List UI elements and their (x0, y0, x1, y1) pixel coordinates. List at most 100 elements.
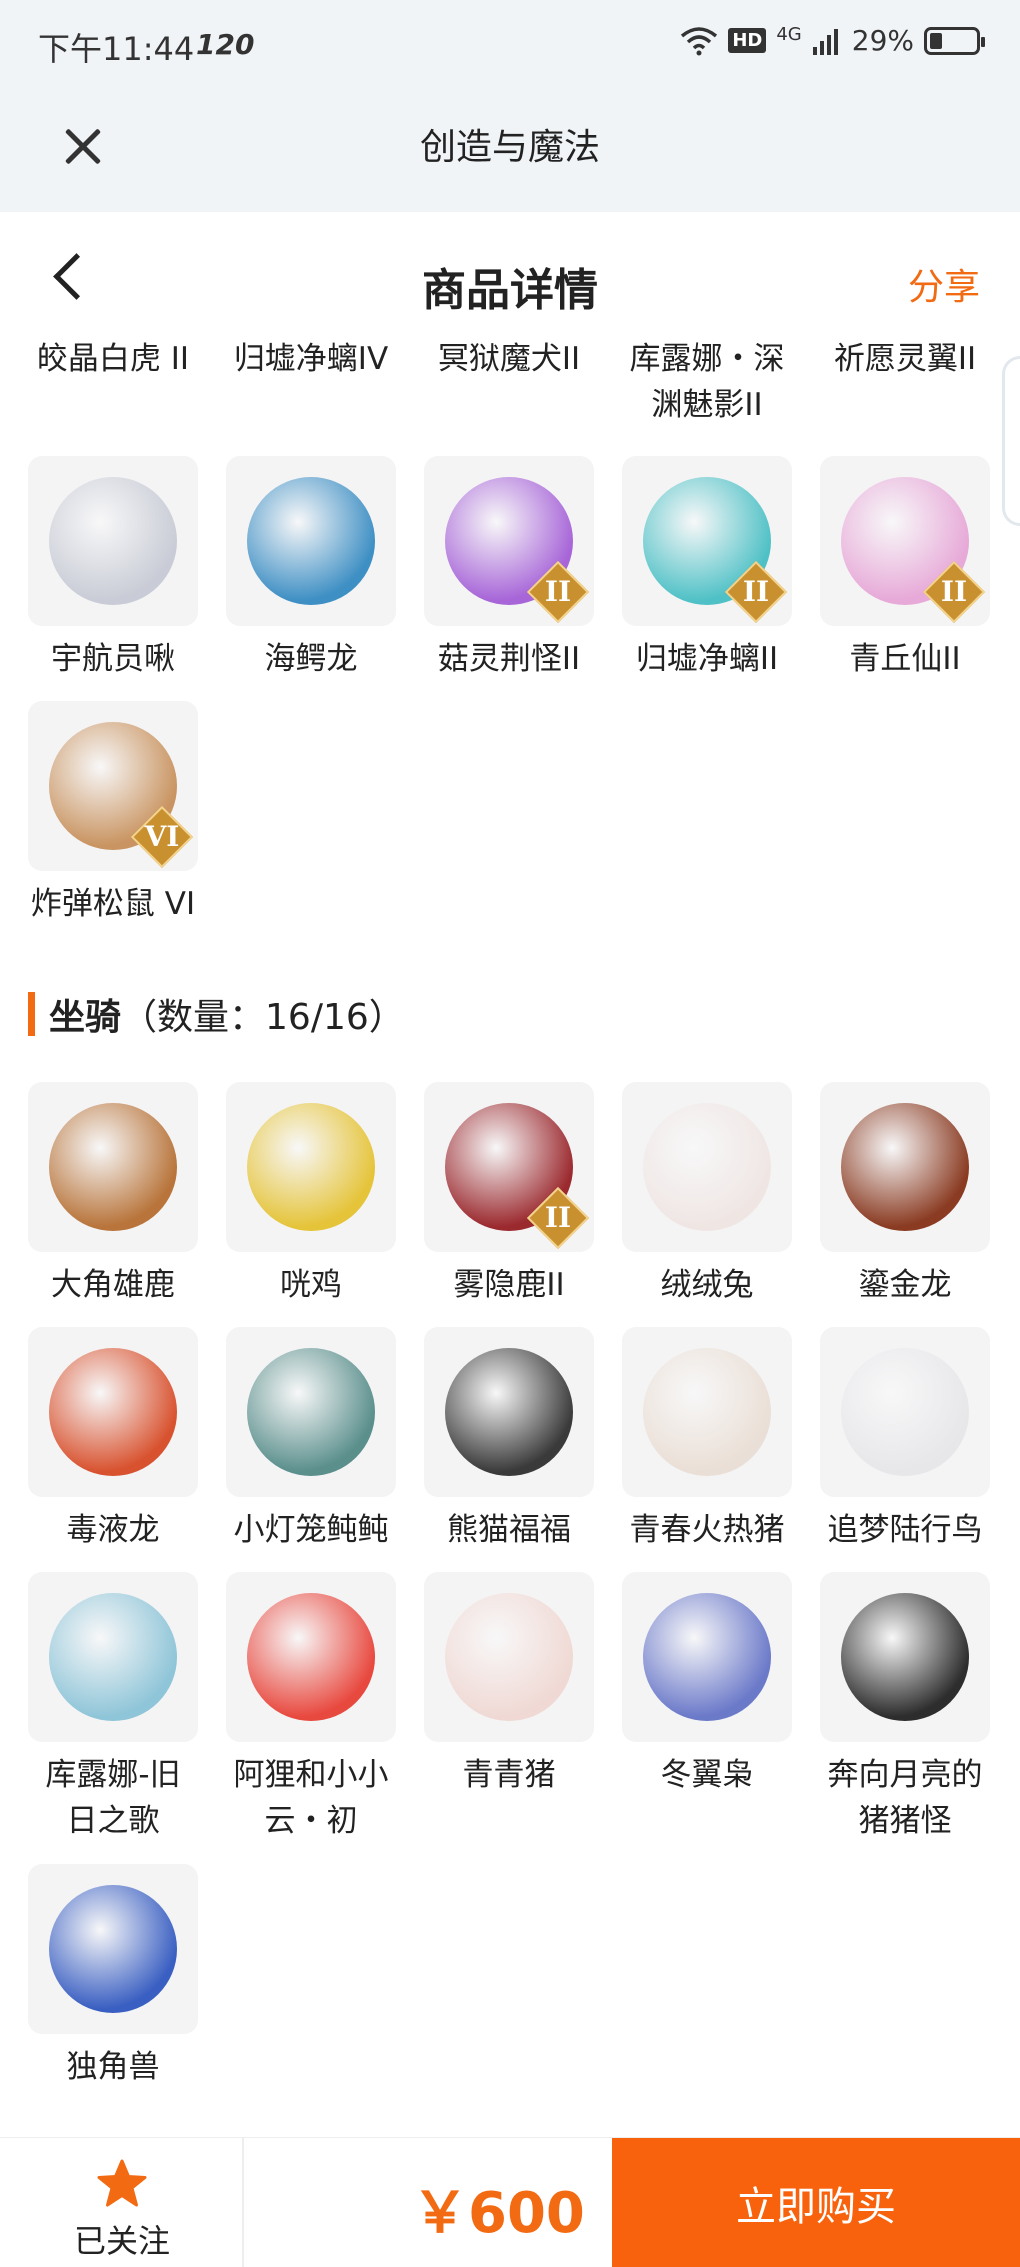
top-item-label[interactable]: 祈愿灵翼II (810, 336, 1000, 382)
item-label: 冬翼枭 (622, 1752, 792, 1798)
top-item-label-line: 祈愿灵翼II (833, 341, 977, 377)
item-thumbnail: II (424, 456, 594, 626)
top-item-label-line: 库露娜・深 (629, 341, 785, 377)
top-item-label-line: 皎晶白虎 II (36, 341, 190, 377)
rank-badge-text: II (544, 575, 572, 608)
item-card[interactable]: 冬翼枭 (622, 1572, 792, 1798)
item-label-line: 熊猫福福 (447, 1512, 571, 1548)
top-item-label[interactable]: 冥狱魔犬II (414, 336, 604, 382)
item-card[interactable]: 海鳄龙 (226, 456, 396, 682)
item-label-line: 追梦陆行鸟 (827, 1512, 983, 1548)
item-label: 青丘仙II (849, 641, 961, 677)
item-card[interactable]: II 青丘仙II (820, 456, 990, 682)
green-pig-icon (445, 1593, 573, 1721)
item-card[interactable]: II 归墟净螭II (622, 456, 792, 682)
item-thumbnail: II (424, 1082, 594, 1252)
status-bar: 下午11:44 120 HD 4G 29% (0, 0, 1020, 90)
item-thumbnail (28, 1327, 198, 1497)
item-label-line: 独角兽 (66, 2049, 160, 2085)
item-label-line: 库露娜-旧 (45, 1757, 181, 1793)
buy-now-button[interactable]: 立即购买 (612, 2138, 1020, 2267)
back-arrow-icon[interactable] (50, 252, 90, 300)
signal-icon (812, 28, 838, 55)
top-item-label-line: 渊魅影II (651, 387, 763, 423)
black-pig-icon (841, 1593, 969, 1721)
item-card[interactable]: 追梦陆行鸟 (820, 1327, 990, 1553)
chicken-icon (247, 1103, 375, 1231)
astronaut-icon (49, 477, 177, 605)
item-thumbnail (28, 1864, 198, 2034)
item-thumbnail: II (820, 456, 990, 626)
item-card[interactable]: 大角雄鹿 (28, 1082, 198, 1308)
item-card[interactable]: 鎏金龙 (820, 1082, 990, 1308)
item-thumbnail (424, 1327, 594, 1497)
detail-header: 商品详情 分享 (0, 212, 1020, 336)
scroll-edge-tab (1002, 356, 1020, 526)
item-label-line: 毒液龙 (66, 1512, 160, 1548)
item-card[interactable]: 独角兽 (28, 1864, 198, 2090)
item-label: 追梦陆行鸟 (820, 1507, 990, 1553)
item-label: 库露娜-旧日之歌 (28, 1752, 198, 1844)
item-card[interactable]: 咣鸡 (226, 1082, 396, 1308)
item-card[interactable]: 库露娜-旧日之歌 (28, 1572, 198, 1844)
fish-icon (247, 1348, 375, 1476)
item-label: 奔向月亮的 猪猪怪 (820, 1752, 990, 1844)
top-item-label[interactable]: 皎晶白虎 II (18, 336, 208, 382)
deer-icon (49, 1103, 177, 1231)
item-card[interactable]: 毒液龙 (28, 1327, 198, 1553)
rank-badge-text: II (742, 575, 770, 608)
item-thumbnail: VI (28, 701, 198, 871)
item-label-line: 雾隐鹿II (453, 1267, 565, 1303)
close-icon[interactable] (56, 118, 112, 174)
item-card[interactable]: II 雾隐鹿II (424, 1082, 594, 1308)
item-label: 绒绒兔 (622, 1262, 792, 1308)
item-label-line: 阿狸和小小 (233, 1757, 389, 1793)
item-label-line: 青青猪 (462, 1757, 556, 1793)
item-card[interactable]: II 菇灵荆怪II (424, 456, 594, 682)
venom-dragon-icon (49, 1348, 177, 1476)
rank-badge-text: VI (144, 820, 180, 853)
rank-badge-text: II (544, 1201, 572, 1234)
rank-badge-text: II (940, 575, 968, 608)
item-card[interactable]: VI 炸弹松鼠 VI (28, 701, 198, 927)
item-label: 归墟净螭II (635, 641, 779, 677)
network-type: 4G (776, 24, 802, 45)
item-card[interactable]: 小灯笼鲀鲀 (226, 1327, 396, 1553)
item-label-line: 鎏金龙 (858, 1267, 952, 1303)
item-label-line: 大角雄鹿 (51, 1267, 175, 1303)
item-card[interactable]: 熊猫福福 (424, 1327, 594, 1553)
battery-percent: 29% (851, 24, 914, 57)
item-thumbnail (622, 1082, 792, 1252)
dragon-icon (247, 477, 375, 605)
item-label: 宇航员啾 (51, 641, 175, 677)
item-label: 菇灵荆怪II (437, 641, 581, 677)
item-label: 熊猫福福 (424, 1507, 594, 1553)
item-card[interactable]: 阿狸和小小 云・初 (226, 1572, 396, 1844)
follow-button[interactable]: 已关注 (0, 2138, 244, 2267)
item-thumbnail (424, 1572, 594, 1742)
follow-label: 已关注 (73, 2222, 170, 2260)
battery-icon (924, 26, 985, 55)
share-button[interactable]: 分享 (908, 258, 980, 310)
item-card[interactable]: 奔向月亮的 猪猪怪 (820, 1572, 990, 1844)
star-icon (97, 2159, 147, 2207)
status-icons: HD 4G 29% (680, 24, 985, 57)
item-thumbnail (820, 1572, 990, 1742)
top-item-label[interactable]: 归墟净螭IV (216, 336, 406, 382)
top-item-label[interactable]: 库露娜・深渊魅影II (612, 336, 802, 428)
item-card[interactable]: 青春火热猪 (622, 1327, 792, 1553)
item-thumbnail (820, 1082, 990, 1252)
item-label-line: 绒绒兔 (660, 1267, 754, 1303)
item-card[interactable]: 宇航员啾 (28, 456, 198, 682)
wifi-icon (681, 26, 718, 55)
item-card[interactable]: 绒绒兔 (622, 1082, 792, 1308)
pig-icon (643, 1348, 771, 1476)
item-label-line: 日之歌 (66, 1803, 160, 1839)
top-item-label-line: 归墟净螭IV (233, 341, 389, 377)
item-label-line: 冬翼枭 (660, 1757, 754, 1793)
item-label: 青青猪 (424, 1752, 594, 1798)
item-card[interactable]: 青青猪 (424, 1572, 594, 1798)
top-item-label-line: 冥狱魔犬II (437, 341, 581, 377)
panda-icon (445, 1348, 573, 1476)
refresh-rate: 120 (196, 28, 255, 61)
